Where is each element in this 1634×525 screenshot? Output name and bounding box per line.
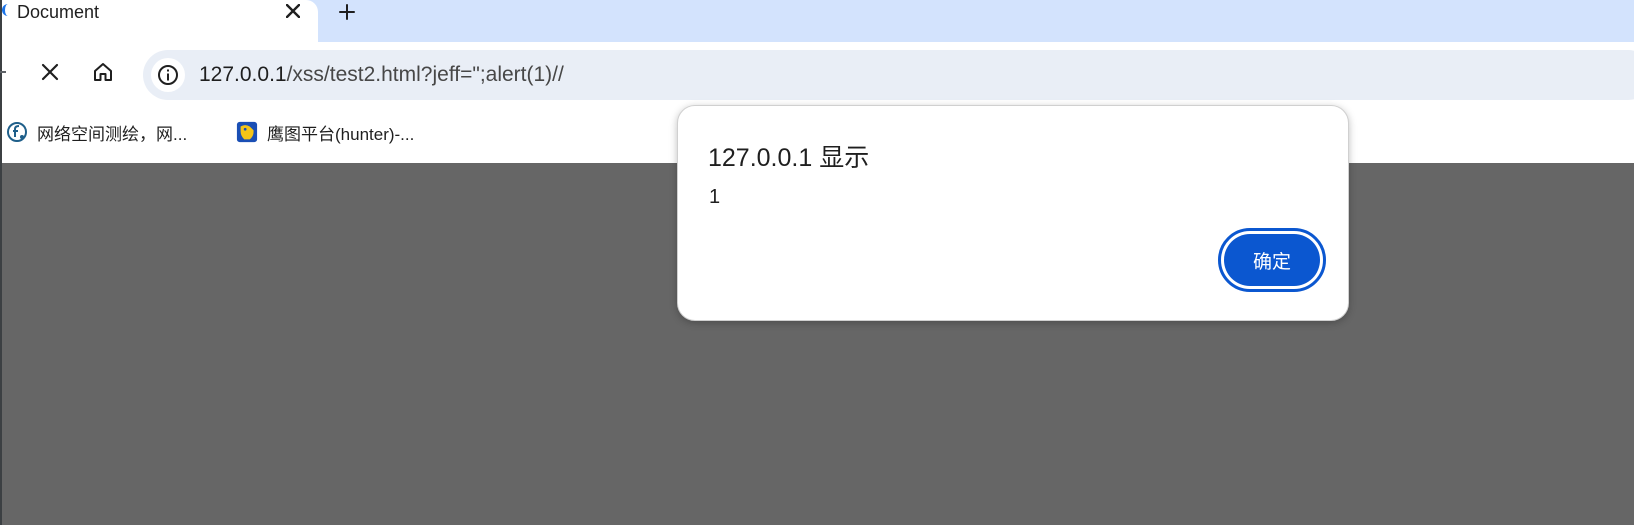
dialog-message: 1 xyxy=(709,186,721,208)
ok-button-label: 确定 xyxy=(1224,234,1320,286)
hunter-icon xyxy=(236,121,258,143)
url-text: 127.0.0.1/xss/test2.html?jeff=";alert(1)… xyxy=(199,63,564,87)
url-path: /xss/test2.html?jeff=";alert(1)// xyxy=(286,63,564,86)
tab-strip: Document xyxy=(0,0,1634,42)
window-edge xyxy=(0,163,2,525)
window-edge xyxy=(0,103,2,163)
home-icon xyxy=(94,63,112,81)
home-button[interactable] xyxy=(89,58,117,86)
browser-window: Document 127.0.0.1/xss/test2.html?jeff="… xyxy=(0,0,1634,525)
address-bar[interactable]: 127.0.0.1/xss/test2.html?jeff=";alert(1)… xyxy=(143,50,1634,100)
stop-loading-button[interactable] xyxy=(36,58,64,86)
ok-button[interactable]: 确定 xyxy=(1218,228,1326,292)
site-info-button[interactable] xyxy=(151,58,185,92)
new-tab-button[interactable] xyxy=(334,0,360,24)
fofa-icon xyxy=(6,121,28,143)
back-arrow-icon[interactable] xyxy=(0,66,8,78)
plus-icon xyxy=(339,4,355,20)
tab-title: Document xyxy=(17,2,100,22)
url-host: 127.0.0.1 xyxy=(199,63,287,86)
tab-document[interactable]: Document xyxy=(0,0,318,42)
loading-spinner-icon xyxy=(2,4,11,16)
bookmark-label: 网络空间测绘，网... xyxy=(37,124,188,144)
close-icon xyxy=(41,63,59,81)
alert-dialog: 127.0.0.1 显示 1 确定 xyxy=(677,105,1349,321)
bookmark-label: 鹰图平台(hunter)-... xyxy=(267,124,415,144)
bookmark-item-hunter[interactable]: 鹰图平台(hunter)-... xyxy=(236,119,414,145)
tab-close-button[interactable] xyxy=(282,0,304,22)
bookmark-item-fofa[interactable]: 网络空间测绘，网... xyxy=(6,119,187,145)
close-icon xyxy=(286,4,300,18)
info-icon xyxy=(158,65,178,85)
toolbar: 127.0.0.1/xss/test2.html?jeff=";alert(1)… xyxy=(0,42,1634,103)
dialog-title: 127.0.0.1 显示 xyxy=(708,144,870,172)
